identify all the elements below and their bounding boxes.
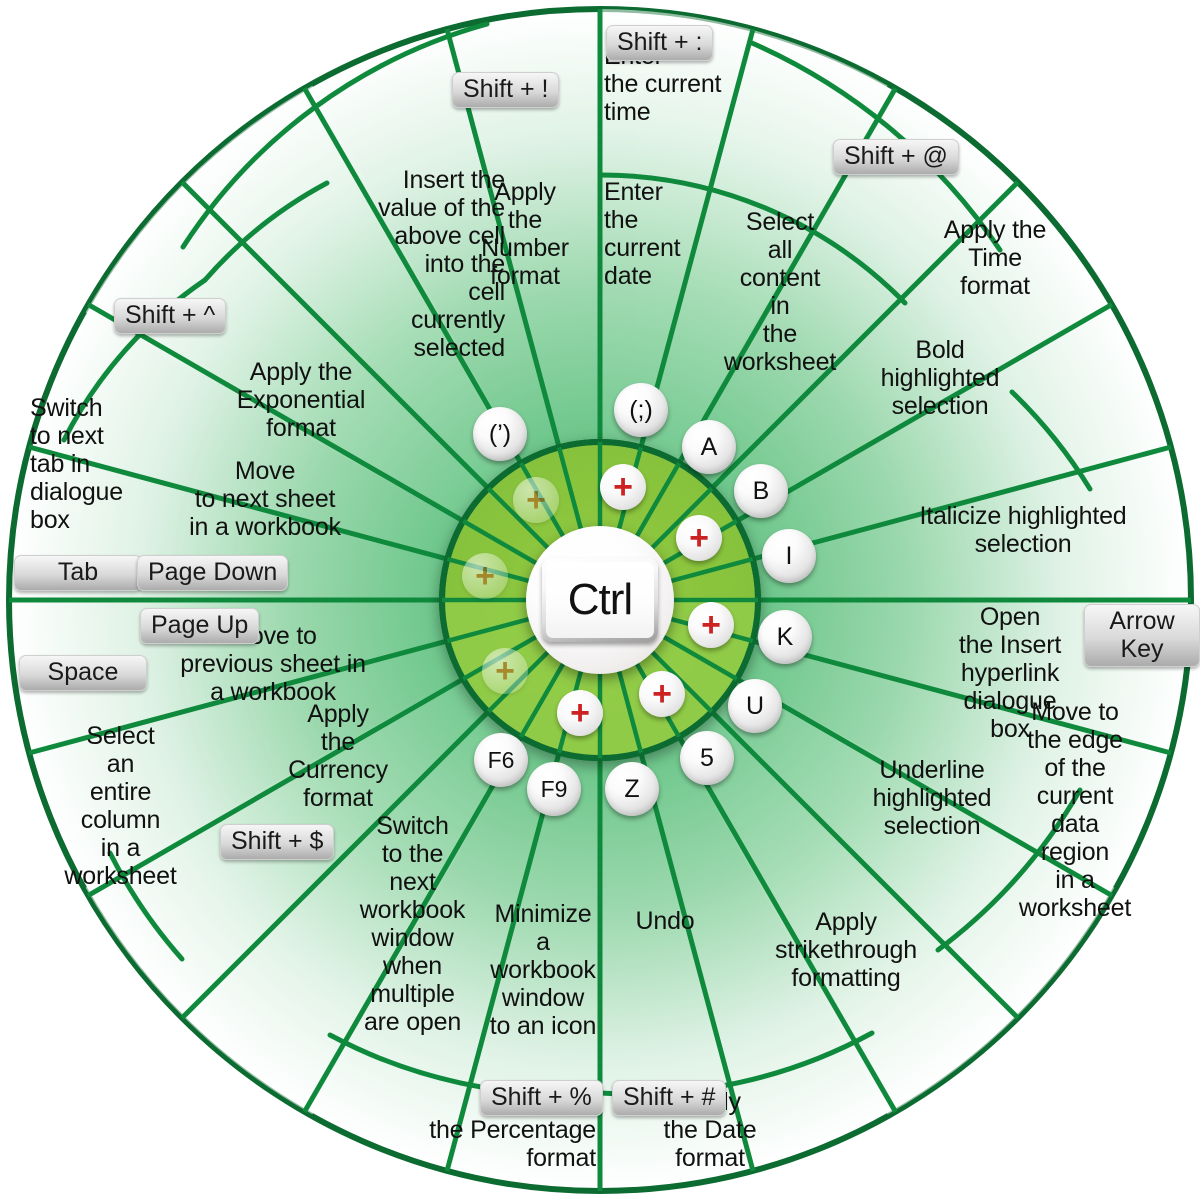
keycap-page-down[interactable]: Page Down <box>137 555 289 591</box>
keycap-shift-colon[interactable]: Shift + : <box>606 25 714 61</box>
key-5-button[interactable]: 5 <box>680 731 734 785</box>
keycap-shift-caret[interactable]: Shift + ^ <box>114 298 227 334</box>
plus-icon-top: + <box>600 464 646 510</box>
key-apostrophe-button[interactable]: (’) <box>473 407 527 461</box>
ctrl-keycap: Ctrl <box>542 558 658 642</box>
key-f6-button[interactable]: F6 <box>474 733 528 787</box>
plus-icon-upper-right: + <box>676 515 722 561</box>
keycap-shift-dollar[interactable]: Shift + $ <box>220 824 335 860</box>
plus-icon-lower-left: + <box>482 648 528 694</box>
keycap-shift-percent[interactable]: Shift + % <box>480 1080 603 1116</box>
ctrl-key-hub[interactable]: Ctrl <box>526 526 674 674</box>
keycap-tab[interactable]: Tab <box>14 555 142 591</box>
keycap-shift-at[interactable]: Shift + @ <box>833 139 959 175</box>
key-semicolon-button[interactable]: (;) <box>614 383 668 437</box>
key-b-button[interactable]: B <box>734 464 788 518</box>
plus-icon-bottom: + <box>557 690 603 736</box>
plus-icon-left: + <box>462 553 508 599</box>
keycap-arrow-key[interactable]: Arrow Key <box>1084 604 1200 667</box>
key-f9-button[interactable]: F9 <box>527 762 581 816</box>
keycap-page-up[interactable]: Page Up <box>140 608 260 644</box>
keycap-shift-exclaim[interactable]: Shift + ! <box>452 72 560 108</box>
ctrl-key-label: Ctrl <box>546 562 654 638</box>
key-u-button[interactable]: U <box>728 679 782 733</box>
key-k-button[interactable]: K <box>758 610 812 664</box>
key-a-button[interactable]: A <box>682 420 736 474</box>
plus-icon-upper-left: + <box>513 477 559 523</box>
plus-icon-right: + <box>688 602 734 648</box>
key-i-button[interactable]: I <box>762 529 816 583</box>
plus-icon-lower-right: + <box>639 671 685 717</box>
shortcut-wheel: Insert the value of the above cell into … <box>0 0 1200 1200</box>
keycap-shift-hash[interactable]: Shift + # <box>612 1080 727 1116</box>
key-z-button[interactable]: Z <box>605 762 659 816</box>
keycap-space[interactable]: Space <box>19 655 147 691</box>
